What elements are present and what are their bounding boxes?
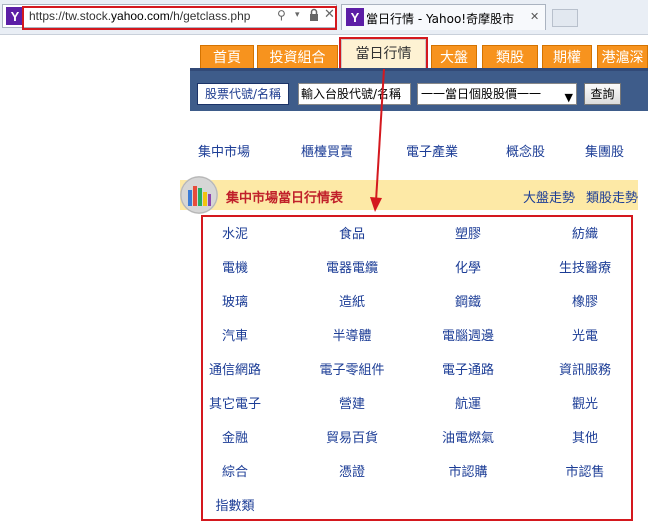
sector-trend-link[interactable]: 類股走勢 xyxy=(586,187,638,206)
tab-title: 當日行情 - Yahoo!奇摩股市 xyxy=(366,12,515,26)
market-link-concept[interactable]: 概念股 xyxy=(506,141,545,160)
query-button[interactable]: 查詢 xyxy=(584,83,621,105)
quote-type-select[interactable]: 一一當日個股股價一一 ▼ xyxy=(417,83,577,105)
market-link-listed[interactable]: 集中市場 xyxy=(198,141,250,160)
chart-books-icon xyxy=(180,176,218,214)
chevron-down-icon: ▼ xyxy=(564,91,573,104)
annotation-arrow xyxy=(370,68,385,212)
new-tab-button[interactable] xyxy=(552,9,578,27)
market-link-otc[interactable]: 櫃檯買賣 xyxy=(301,141,353,160)
market-link-electronics[interactable]: 電子產業 xyxy=(406,141,458,160)
category-highlight-box xyxy=(201,215,633,521)
browser-tab[interactable]: Y 當日行情 - Yahoo!奇摩股市 ✕ xyxy=(341,4,546,30)
stock-code-label: 股票代號/名稱 xyxy=(197,83,289,105)
tab-portfolio[interactable]: 投資組合 xyxy=(257,45,338,69)
market-trend-link[interactable]: 大盤走勢 xyxy=(523,187,575,206)
tab-market[interactable]: 大盤 xyxy=(431,45,477,69)
market-link-group[interactable]: 集團股 xyxy=(585,141,624,160)
tab-close-icon[interactable]: ✕ xyxy=(530,10,539,23)
url-highlight-box xyxy=(22,6,337,30)
yahoo-favicon: Y xyxy=(346,8,364,26)
tab-futures-options[interactable]: 期權 xyxy=(542,45,592,69)
tab-sectors[interactable]: 類股 xyxy=(482,45,538,69)
tab-home[interactable]: 首頁 xyxy=(200,45,254,69)
quote-type-value: 一一當日個股股價一一 xyxy=(421,87,542,101)
section-title: 集中市場當日行情表 xyxy=(226,191,344,206)
tab-hk-china[interactable]: 港滬深 xyxy=(597,45,648,69)
